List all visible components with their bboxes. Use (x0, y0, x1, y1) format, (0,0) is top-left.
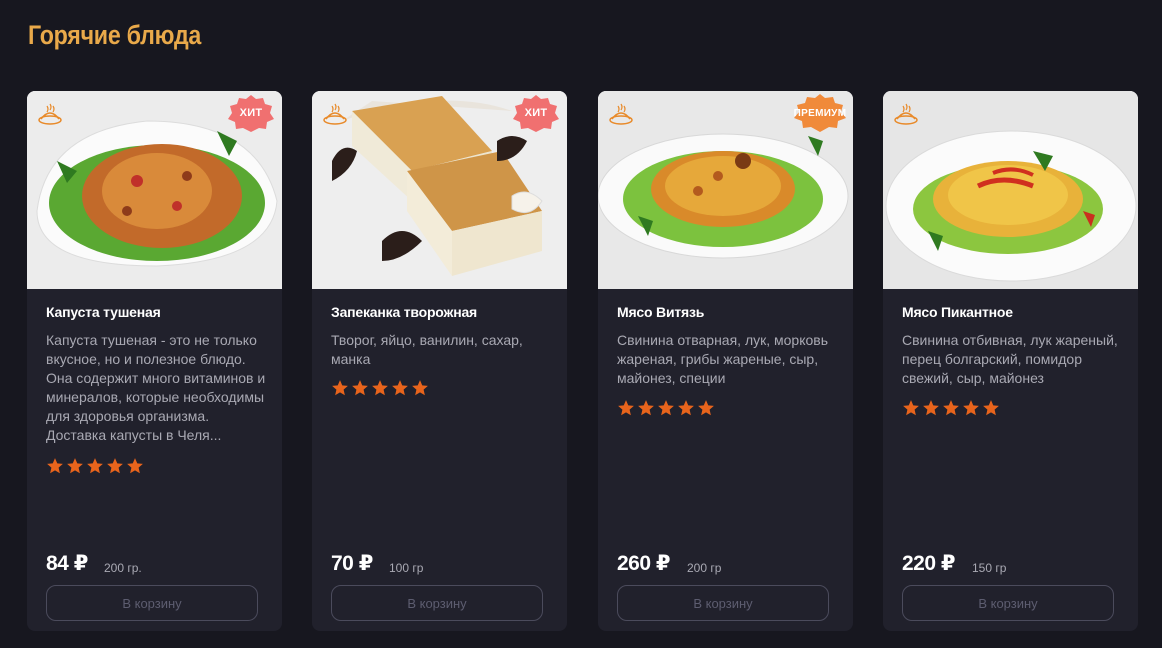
star-icon (638, 400, 654, 416)
star-icon (332, 380, 348, 396)
product-name[interactable]: Мясо Пикантное (902, 304, 1013, 320)
product-weight: 200 гр. (104, 561, 142, 575)
product-description: Свинина отварная, лук, морковь жареная, … (617, 332, 829, 386)
badge-premium: ПРЕМИУМ (788, 93, 852, 133)
product-weight: 200 гр (687, 561, 722, 575)
badge-hit: ХИТ (223, 93, 279, 133)
star-icon (903, 400, 919, 416)
star-icon (963, 400, 979, 416)
product-price: 220 ₽ (902, 552, 955, 575)
star-icon (87, 458, 103, 474)
product-price: 70 ₽ (331, 552, 373, 575)
badge-label: ХИТ (524, 107, 548, 119)
product-weight: 150 гр (972, 561, 1007, 575)
add-to-cart-button[interactable]: В корзину (902, 585, 1114, 621)
add-to-cart-button[interactable]: В корзину (46, 585, 258, 621)
product-price: 260 ₽ (617, 552, 670, 575)
brand-logo-icon (38, 103, 62, 125)
rating-stars (902, 399, 1000, 417)
star-icon (107, 458, 123, 474)
product-photo[interactable] (883, 91, 1138, 289)
star-icon (923, 400, 939, 416)
brand-logo-icon (894, 103, 918, 125)
star-icon (67, 458, 83, 474)
star-icon (618, 400, 634, 416)
product-card[interactable]: ПРЕМИУМ Мясо Витязь Свинина отварная, лу… (598, 91, 853, 631)
star-icon (698, 400, 714, 416)
product-card[interactable]: ХИТ Капуста тушеная Капуста тушеная - эт… (27, 91, 282, 631)
badge-hit: ХИТ (508, 93, 564, 133)
star-icon (678, 400, 694, 416)
product-card[interactable]: ХИТ Запеканка творожная Творог, яйцо, ва… (312, 91, 567, 631)
rating-stars (617, 399, 715, 417)
product-price: 84 ₽ (46, 552, 88, 575)
star-icon (372, 380, 388, 396)
badge-label: ХИТ (239, 107, 263, 119)
add-to-cart-button[interactable]: В корзину (617, 585, 829, 621)
product-photo[interactable]: ХИТ (312, 91, 567, 289)
star-icon (352, 380, 368, 396)
star-icon (983, 400, 999, 416)
add-to-cart-button[interactable]: В корзину (331, 585, 543, 621)
product-name[interactable]: Запеканка творожная (331, 304, 477, 320)
product-card[interactable]: Мясо Пикантное Свинина отбивная, лук жар… (883, 91, 1138, 631)
product-name[interactable]: Капуста тушеная (46, 304, 161, 320)
star-icon (943, 400, 959, 416)
product-description: Капуста тушеная - это не только вкусное,… (46, 332, 266, 443)
rating-stars (331, 379, 429, 397)
brand-logo-icon (323, 103, 347, 125)
badge-label: ПРЕМИУМ (793, 107, 847, 119)
product-description: Свинина отбивная, лук жареный, перец бол… (902, 332, 1118, 386)
star-icon (47, 458, 63, 474)
star-icon (412, 380, 428, 396)
rating-stars (46, 457, 144, 475)
star-icon (127, 458, 143, 474)
star-icon (658, 400, 674, 416)
star-icon (392, 380, 408, 396)
product-weight: 100 гр (389, 561, 424, 575)
product-description: Творог, яйцо, ванилин, сахар, манка (331, 332, 523, 367)
product-photo[interactable]: ХИТ (27, 91, 282, 289)
brand-logo-icon (609, 103, 633, 125)
product-name[interactable]: Мясо Витязь (617, 304, 704, 320)
section-title: Горячие блюда (28, 20, 202, 50)
product-photo[interactable]: ПРЕМИУМ (598, 91, 853, 289)
